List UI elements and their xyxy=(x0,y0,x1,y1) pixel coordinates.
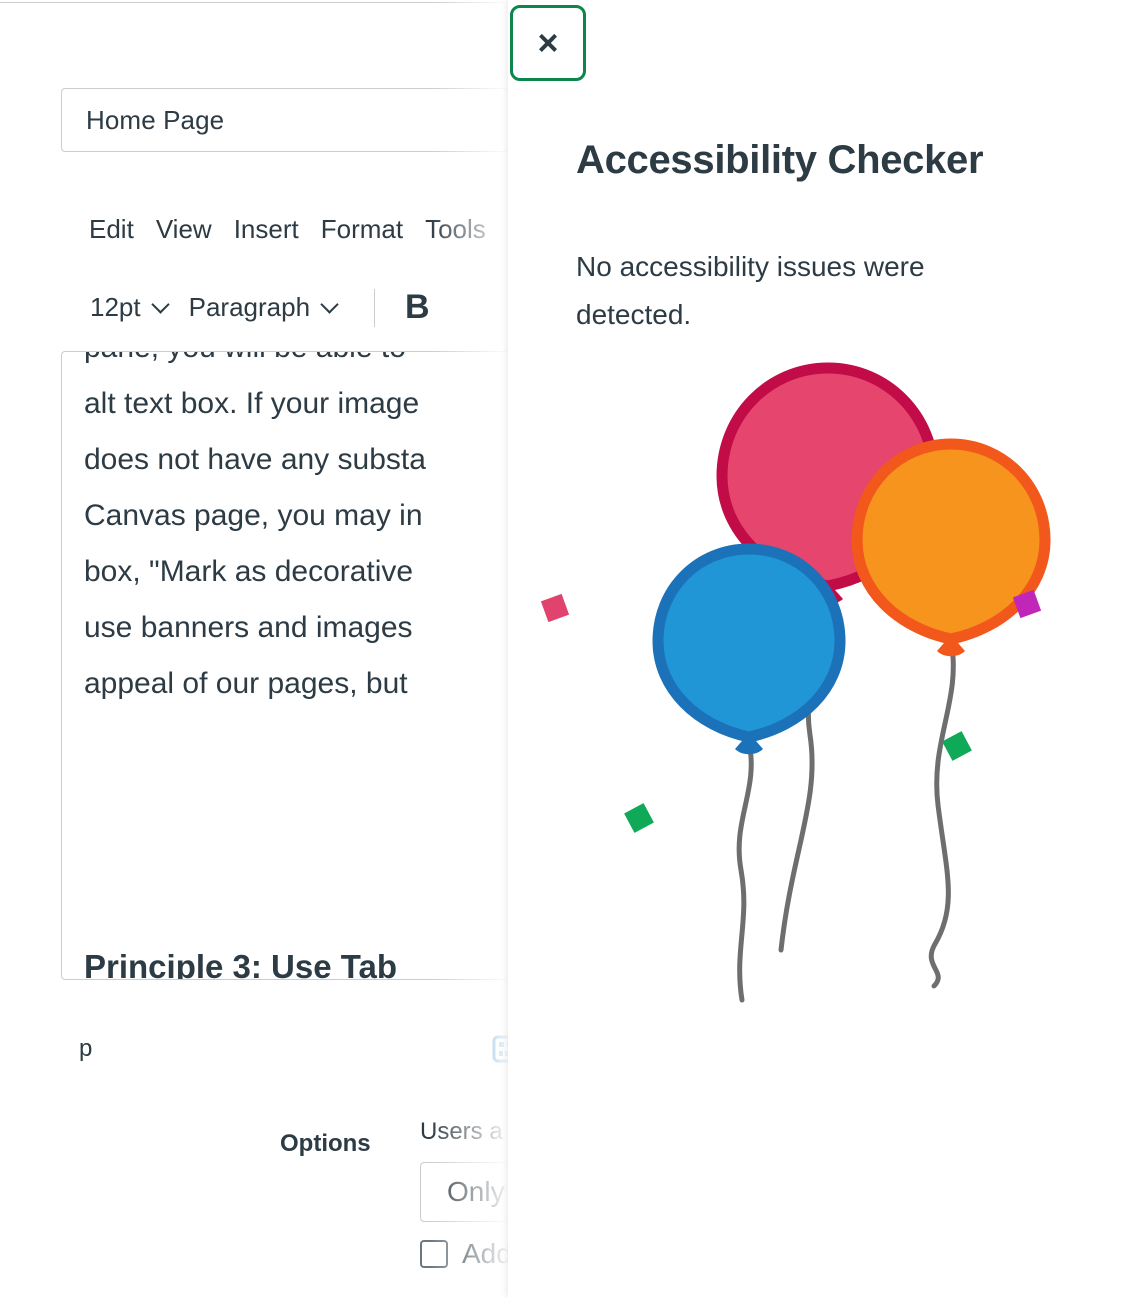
chevron-down-icon xyxy=(322,297,338,313)
close-button[interactable]: × xyxy=(510,5,586,81)
users-allowed-value: Only xyxy=(447,1176,505,1207)
chevron-down-icon xyxy=(153,297,169,313)
menu-item-format[interactable]: Format xyxy=(310,212,414,247)
toolbar-divider xyxy=(374,288,376,327)
block-format-select[interactable]: Paragraph xyxy=(179,290,348,325)
tray-message: No accessibility issues were detected. xyxy=(576,251,925,330)
menu-item-tools[interactable]: Tools xyxy=(414,212,497,247)
close-icon: × xyxy=(537,22,559,63)
font-size-value: 12pt xyxy=(90,292,141,322)
menu-item-insert[interactable]: Insert xyxy=(223,212,310,247)
menu-item-view[interactable]: View xyxy=(145,212,223,247)
accessibility-checker-tray: × Accessibility Checker No accessibility… xyxy=(508,0,1142,1298)
editor-toolbar: 12pt Paragraph B xyxy=(80,288,438,327)
bold-button[interactable]: B xyxy=(397,288,438,327)
balloons-illustration xyxy=(538,350,1112,1040)
tray-title: Accessibility Checker xyxy=(576,138,984,182)
todo-checkbox[interactable] xyxy=(420,1240,448,1268)
menu-item-edit[interactable]: Edit xyxy=(78,212,145,247)
editor-menubar: Edit View Insert Format Tools xyxy=(78,212,497,247)
font-size-select[interactable]: 12pt xyxy=(80,290,179,325)
todo-checkbox-label: Add xyxy=(462,1238,512,1269)
element-path: p xyxy=(79,1035,93,1062)
editor-section-heading: Principle 3: Use Tab xyxy=(84,948,397,980)
block-format-value: Paragraph xyxy=(188,292,311,322)
page-title-value: Home Page xyxy=(86,104,225,135)
options-label: Options xyxy=(280,1130,371,1157)
